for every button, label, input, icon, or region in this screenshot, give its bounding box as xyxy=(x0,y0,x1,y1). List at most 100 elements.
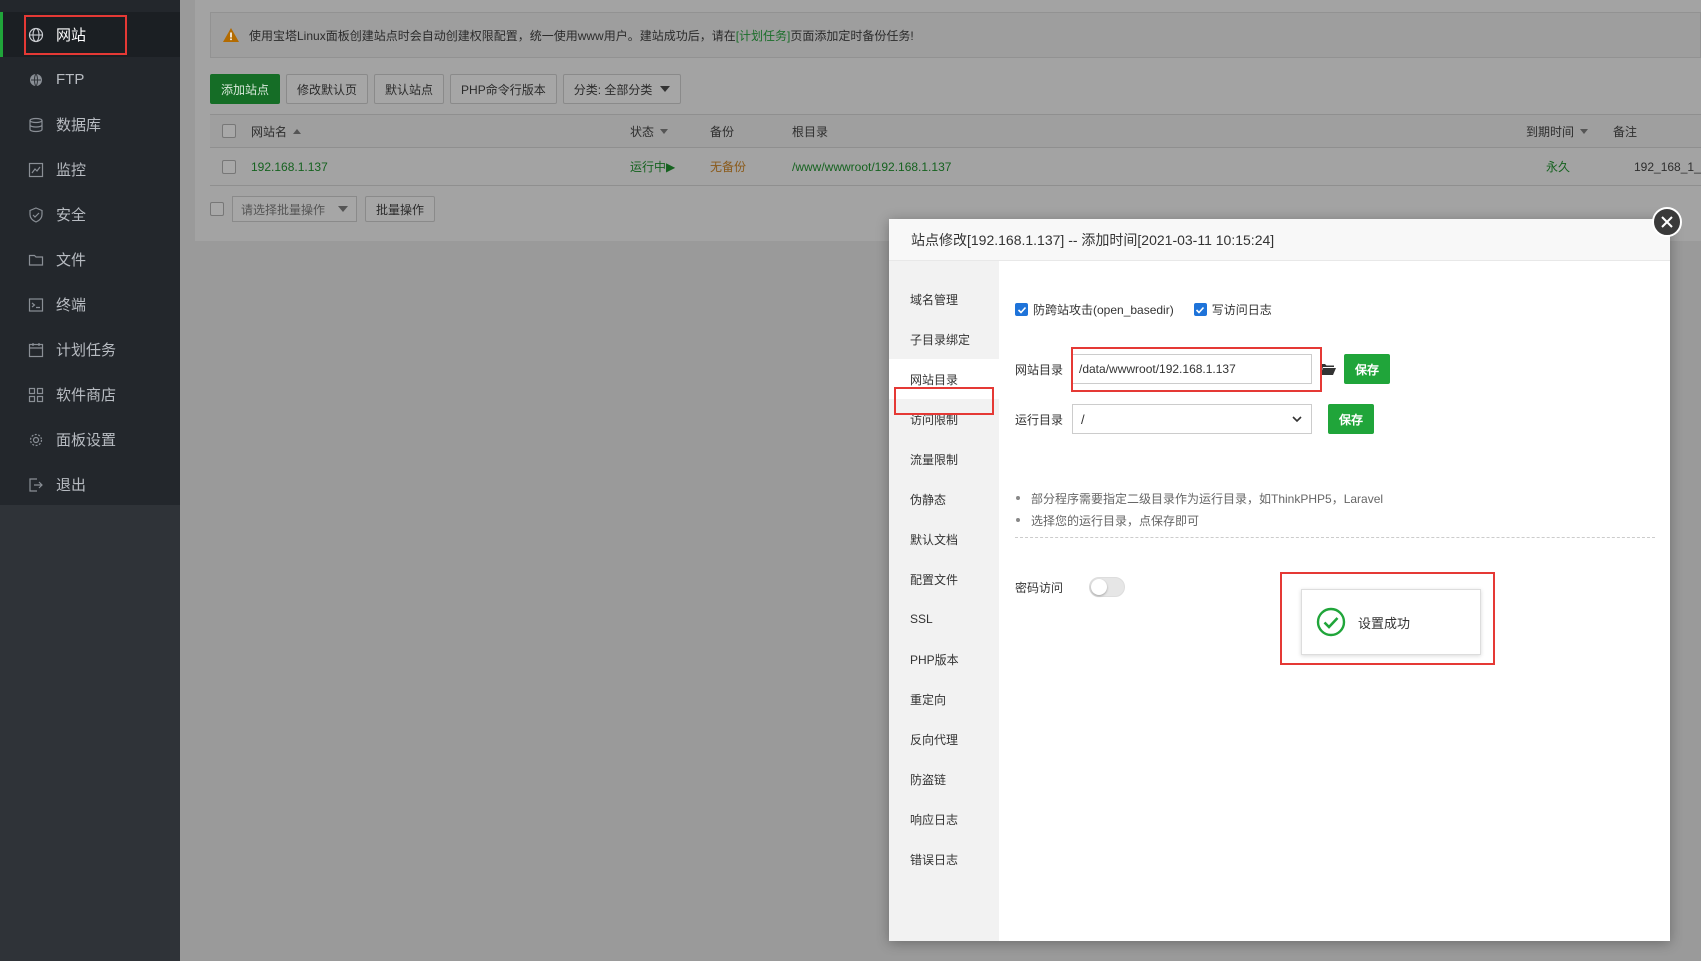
sidebar-item-label: 面板设置 xyxy=(56,432,117,449)
sidebar-item-label: 软件商店 xyxy=(56,387,117,404)
tip-item: 部分程序需要指定二级目录作为运行目录，如ThinkPHP5，Laravel xyxy=(1015,487,1655,509)
save-run-dir-button[interactable]: 保存 xyxy=(1328,404,1375,434)
col-expire[interactable]: 到期时间 xyxy=(1526,115,1589,147)
sidebar-item-terminal[interactable]: 终端 xyxy=(0,282,180,327)
calendar-icon xyxy=(28,342,44,358)
category-dropdown[interactable]: 分类: 全部分类 xyxy=(562,74,682,104)
table-row: 192.168.1.137 运行中▶ 无备份 /www/wwwroot/192.… xyxy=(210,148,1701,186)
modal-close-button[interactable] xyxy=(1652,207,1682,237)
select-all-checkbox[interactable] xyxy=(222,124,236,138)
tab-site-directory[interactable]: 网站目录 xyxy=(889,359,999,399)
database-icon xyxy=(28,117,44,133)
sidebar-item-panel-settings[interactable]: 面板设置 xyxy=(0,417,180,462)
table-header: 网站名 状态 备份 根目录 到期时间 备注 xyxy=(210,114,1701,148)
sidebar: 网站 FTP 数据库 监控 安全 文件 终端 计划任务 软件商店 面板设置 退出 xyxy=(0,0,180,961)
tab-traffic-limit[interactable]: 流量限制 xyxy=(889,439,999,479)
site-dir-row: 网站目录 /data/wwwroot/192.168.1.137 保存 xyxy=(1015,354,1391,384)
terminal-icon xyxy=(28,297,44,313)
row-root-dir[interactable]: /www/wwwroot/192.168.1.137 xyxy=(792,148,951,185)
modal-title: 站点修改[192.168.1.137] -- 添加时间[2021-03-11 1… xyxy=(889,219,1670,261)
access-log-label: 写访问日志 xyxy=(1211,303,1272,317)
sidebar-item-label: 网站 xyxy=(56,27,87,44)
default-site-button[interactable]: 默认站点 xyxy=(374,74,445,104)
checkmark-icon xyxy=(1193,303,1207,316)
edit-default-page-button[interactable]: 修改默认页 xyxy=(286,74,369,104)
sidebar-item-security[interactable]: 安全 xyxy=(0,192,180,237)
tab-domain[interactable]: 域名管理 xyxy=(889,279,999,319)
col-site-name[interactable]: 网站名 xyxy=(251,115,302,147)
folder-icon xyxy=(28,252,44,268)
success-check-icon xyxy=(1316,607,1346,637)
row-remark[interactable]: 192_168_1_ xyxy=(1634,148,1701,185)
row-select-cell xyxy=(222,148,236,185)
sort-down-icon xyxy=(1580,128,1589,134)
tab-config-file[interactable]: 配置文件 xyxy=(889,559,999,599)
row-status[interactable]: 运行中▶ xyxy=(630,148,675,185)
tips-list: 部分程序需要指定二级目录作为运行目录，如ThinkPHP5，Laravel 选择… xyxy=(1015,487,1655,538)
sidebar-item-label: 安全 xyxy=(56,207,87,224)
run-dir-select[interactable]: / xyxy=(1072,404,1312,434)
add-site-button[interactable]: 添加站点 xyxy=(210,74,281,104)
tab-ssl[interactable]: SSL xyxy=(889,599,999,639)
access-log-checkbox[interactable]: 写访问日志 xyxy=(1193,301,1272,318)
tab-default-doc[interactable]: 默认文档 xyxy=(889,519,999,559)
shield-icon xyxy=(28,206,44,223)
batch-select[interactable]: 请选择批量操作 xyxy=(232,196,357,222)
save-site-dir-button[interactable]: 保存 xyxy=(1344,354,1391,384)
row-site-name[interactable]: 192.168.1.137 xyxy=(251,148,328,185)
row-expire[interactable]: 永久 xyxy=(1546,148,1570,185)
tab-access-limit[interactable]: 访问限制 xyxy=(889,399,999,439)
batch-action-button[interactable]: 批量操作 xyxy=(365,196,436,222)
site-toolbar: 添加站点 修改默认页 默认站点 PHP命令行版本 分类: 全部分类 xyxy=(210,74,682,104)
alert-text: 使用宝塔Linux面板创建站点时会自动创建权限配置，统一使用www用户。建站成功… xyxy=(249,28,736,43)
monitor-icon xyxy=(28,162,44,178)
password-access-label: 密码访问 xyxy=(1015,580,1064,595)
sidebar-item-ftp[interactable]: FTP xyxy=(0,57,180,102)
gear-icon xyxy=(28,432,44,448)
sidebar-item-logout[interactable]: 退出 xyxy=(0,462,180,507)
logout-icon xyxy=(28,477,44,493)
toggle-knob xyxy=(1091,579,1108,595)
ftp-globe-icon xyxy=(28,72,44,88)
caret-down-icon xyxy=(660,86,671,92)
row-checkbox[interactable] xyxy=(222,159,236,174)
sidebar-item-label: FTP xyxy=(56,71,85,88)
open-folder-icon[interactable] xyxy=(1320,362,1336,376)
site-dir-label: 网站目录 xyxy=(1015,362,1064,377)
site-dir-input[interactable]: /data/wwwroot/192.168.1.137 xyxy=(1072,354,1312,384)
col-remark: 备注 xyxy=(1613,115,1637,147)
tab-response-log[interactable]: 响应日志 xyxy=(889,799,999,839)
php-cli-version-button[interactable]: PHP命令行版本 xyxy=(450,74,557,104)
success-toast: 设置成功 xyxy=(1301,589,1481,655)
sidebar-item-monitor[interactable]: 监控 xyxy=(0,147,180,192)
tab-rewrite[interactable]: 伪静态 xyxy=(889,479,999,519)
tab-php-version[interactable]: PHP版本 xyxy=(889,639,999,679)
col-root-dir: 根目录 xyxy=(792,115,828,147)
tab-subdir-binding[interactable]: 子目录绑定 xyxy=(889,319,999,359)
open-basedir-checkbox[interactable]: 防跨站攻击(open_basedir) xyxy=(1015,301,1174,318)
sidebar-item-website[interactable]: 网站 xyxy=(0,12,180,57)
sidebar-item-cron[interactable]: 计划任务 xyxy=(0,327,180,372)
sidebar-item-database[interactable]: 数据库 xyxy=(0,102,180,147)
modal-body: 防跨站攻击(open_basedir) 写访问日志 网站目录 /data/www… xyxy=(999,261,1670,941)
tab-hotlink-protection[interactable]: 防盗链 xyxy=(889,759,999,799)
tab-error-log[interactable]: 错误日志 xyxy=(889,839,999,879)
tab-reverse-proxy[interactable]: 反向代理 xyxy=(889,719,999,759)
cron-link[interactable]: [计划任务] xyxy=(736,27,791,44)
password-access-toggle[interactable] xyxy=(1089,577,1126,597)
sidebar-item-app-store[interactable]: 软件商店 xyxy=(0,372,180,417)
batch-bar: 请选择批量操作 批量操作 xyxy=(210,196,436,222)
run-dir-label: 运行目录 xyxy=(1015,412,1064,427)
sidebar-item-label: 终端 xyxy=(56,297,87,314)
tab-redirect[interactable]: 重定向 xyxy=(889,679,999,719)
batch-select-checkbox[interactable] xyxy=(210,202,224,216)
sidebar-item-files[interactable]: 文件 xyxy=(0,237,180,282)
globe-icon xyxy=(28,27,44,43)
sidebar-item-label: 计划任务 xyxy=(56,342,117,359)
col-status-label: 状态 xyxy=(630,124,655,139)
col-status[interactable]: 状态 xyxy=(630,115,669,147)
col-backup-label: 备份 xyxy=(710,124,735,139)
caret-down-icon xyxy=(338,206,348,212)
row-backup[interactable]: 无备份 xyxy=(710,148,746,185)
option-checks: 防跨站攻击(open_basedir) 写访问日志 xyxy=(1015,301,1272,318)
